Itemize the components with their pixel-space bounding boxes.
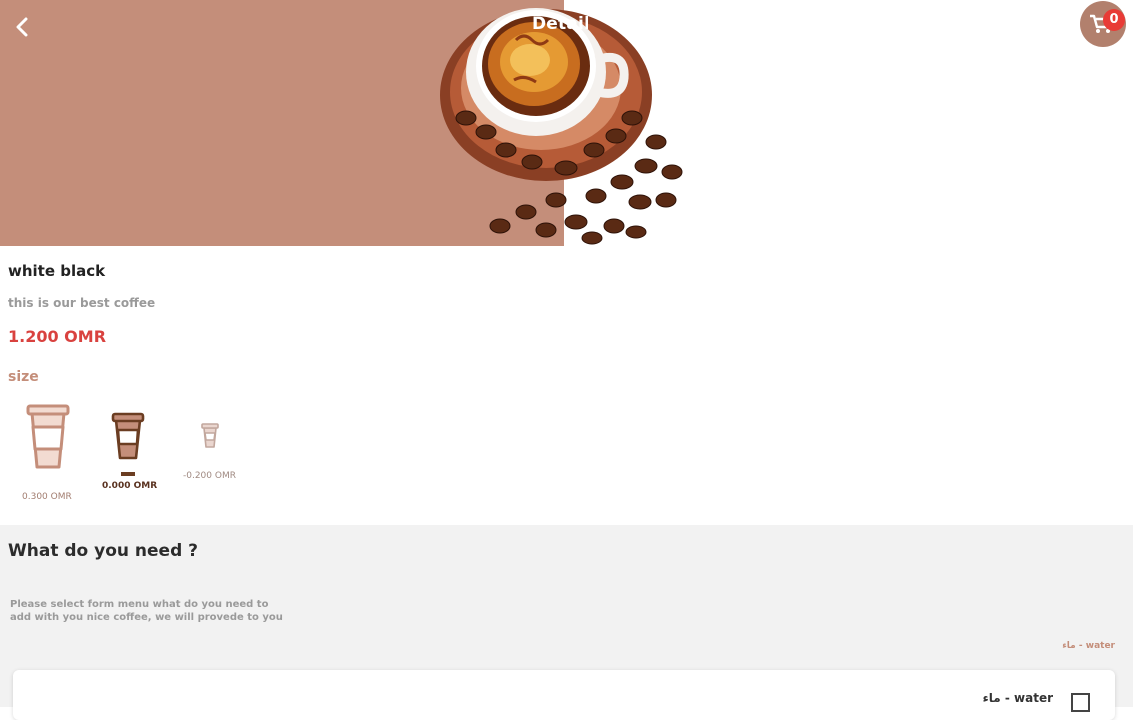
product-name: white black xyxy=(8,262,106,280)
extra-option-water[interactable]: ماء - water xyxy=(13,670,1115,720)
chevron-left-icon xyxy=(16,17,28,37)
extras-title: What do you need ? xyxy=(8,541,199,561)
page-title: Details xyxy=(532,14,588,34)
size-price-large: 0.300 OMR xyxy=(22,492,72,502)
product-description: this is our best coffee xyxy=(8,296,156,310)
small-cup-icon xyxy=(201,423,219,448)
cart-count-badge: 0 xyxy=(1103,9,1125,31)
size-option-large[interactable]: 0.300 OMR xyxy=(18,403,78,503)
size-price-medium: 0.000 OMR xyxy=(102,481,158,491)
product-price: 1.200 OMR xyxy=(8,327,107,346)
extras-group-label: ماء - water xyxy=(1062,641,1115,651)
size-option-small[interactable]: -0.200 OMR xyxy=(182,423,240,483)
size-option-medium[interactable]: 0.000 OMR xyxy=(100,412,158,492)
extras-description: Please select form menu what do you need… xyxy=(10,599,283,623)
extra-option-label: ماء - water xyxy=(982,691,1053,705)
product-hero xyxy=(0,0,1133,246)
size-price-small: -0.200 OMR xyxy=(183,471,236,481)
size-selected-indicator xyxy=(121,472,135,476)
size-label: size xyxy=(8,369,39,385)
medium-cup-icon xyxy=(111,412,145,460)
extra-option-checkbox[interactable] xyxy=(1071,693,1090,712)
back-button[interactable] xyxy=(8,12,36,42)
large-cup-icon xyxy=(26,404,70,469)
coffee-cup-image xyxy=(440,8,683,245)
